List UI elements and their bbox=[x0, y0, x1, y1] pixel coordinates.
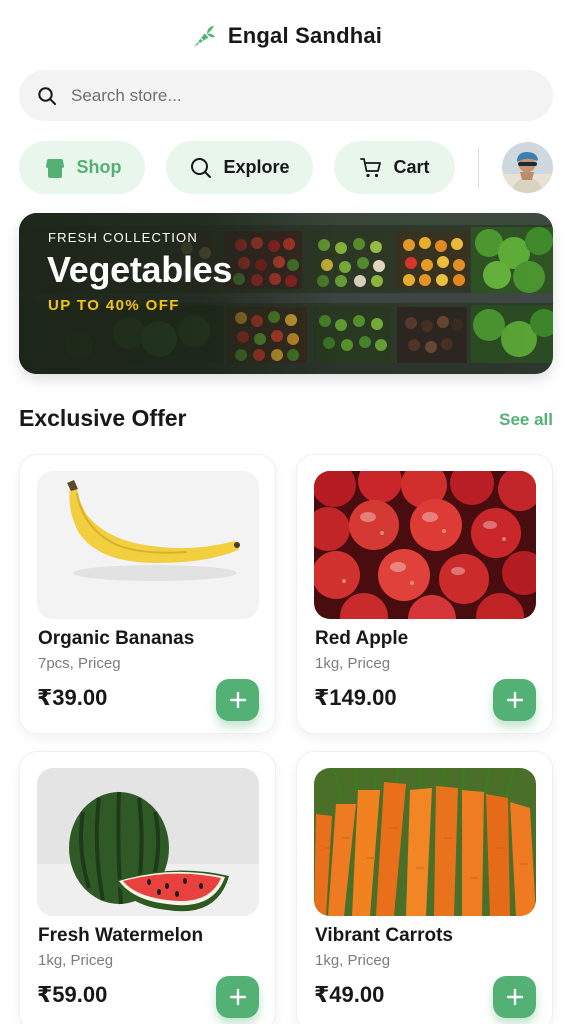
banner-kicker: FRESH COLLECTION bbox=[48, 230, 198, 245]
nav-divider bbox=[478, 148, 479, 188]
product-name: Red Apple bbox=[315, 628, 409, 649]
product-name: Fresh Watermelon bbox=[38, 925, 204, 946]
add-to-cart-button[interactable] bbox=[493, 679, 536, 721]
search-icon bbox=[191, 157, 212, 178]
banner-headline: Vegetables bbox=[47, 249, 233, 290]
tab-cart-label: Cart bbox=[393, 157, 430, 177]
product-meta: 1kg, Priceg bbox=[315, 952, 391, 969]
plus-icon bbox=[506, 988, 523, 1006]
app-header: Engal Sandhai bbox=[0, 18, 572, 54]
section-title: Exclusive Offer bbox=[19, 405, 187, 431]
user-avatar[interactable] bbox=[502, 142, 553, 193]
search-bar[interactable] bbox=[19, 70, 553, 121]
product-meta: 1kg, Priceg bbox=[315, 655, 391, 672]
product-image bbox=[37, 471, 259, 619]
product-meta: 1kg, Priceg bbox=[38, 952, 114, 969]
product-name: Vibrant Carrots bbox=[315, 925, 453, 946]
add-to-cart-button[interactable] bbox=[493, 976, 536, 1018]
search-input[interactable] bbox=[71, 85, 511, 106]
product-name: Organic Bananas bbox=[38, 628, 195, 649]
tab-shop[interactable]: Shop bbox=[19, 141, 145, 194]
product-card[interactable]: Red Apple 1kg, Priceg ₹149.00 bbox=[296, 454, 553, 734]
product-price: ₹49.00 bbox=[314, 982, 385, 1007]
product-price: ₹149.00 bbox=[314, 685, 397, 710]
see-all-link[interactable]: See all bbox=[499, 410, 553, 430]
product-card[interactable]: Organic Bananas 7pcs, Priceg ₹39.00 bbox=[19, 454, 276, 734]
plus-icon bbox=[229, 691, 246, 709]
category-nav: Shop Explore Cart bbox=[19, 141, 553, 194]
banner-promo: UP TO 40% OFF bbox=[48, 297, 180, 314]
cart-icon bbox=[360, 157, 382, 177]
plus-icon bbox=[506, 691, 523, 709]
carrot-icon bbox=[193, 26, 215, 47]
product-price: ₹39.00 bbox=[37, 685, 108, 710]
product-image bbox=[314, 768, 536, 916]
store-icon bbox=[45, 158, 64, 178]
product-image bbox=[314, 471, 536, 619]
app-title: Engal Sandhai bbox=[227, 23, 383, 48]
product-card[interactable]: Fresh Watermelon 1kg, Priceg ₹59.00 bbox=[19, 751, 276, 1024]
plus-icon bbox=[229, 988, 246, 1006]
promo-banner[interactable]: FRESH COLLECTION Vegetables UP TO 40% OF… bbox=[19, 213, 553, 374]
product-price: ₹59.00 bbox=[37, 982, 108, 1007]
product-card[interactable]: Vibrant Carrots 1kg, Priceg ₹49.00 bbox=[296, 751, 553, 1024]
add-to-cart-button[interactable] bbox=[216, 679, 259, 721]
product-image bbox=[37, 768, 259, 916]
tab-cart[interactable]: Cart bbox=[334, 141, 455, 194]
add-to-cart-button[interactable] bbox=[216, 976, 259, 1018]
tab-explore[interactable]: Explore bbox=[166, 141, 313, 194]
product-meta: 7pcs, Priceg bbox=[38, 655, 121, 672]
search-icon bbox=[38, 86, 56, 105]
tab-shop-label: Shop bbox=[76, 157, 122, 177]
tab-explore-label: Explore bbox=[223, 157, 290, 177]
